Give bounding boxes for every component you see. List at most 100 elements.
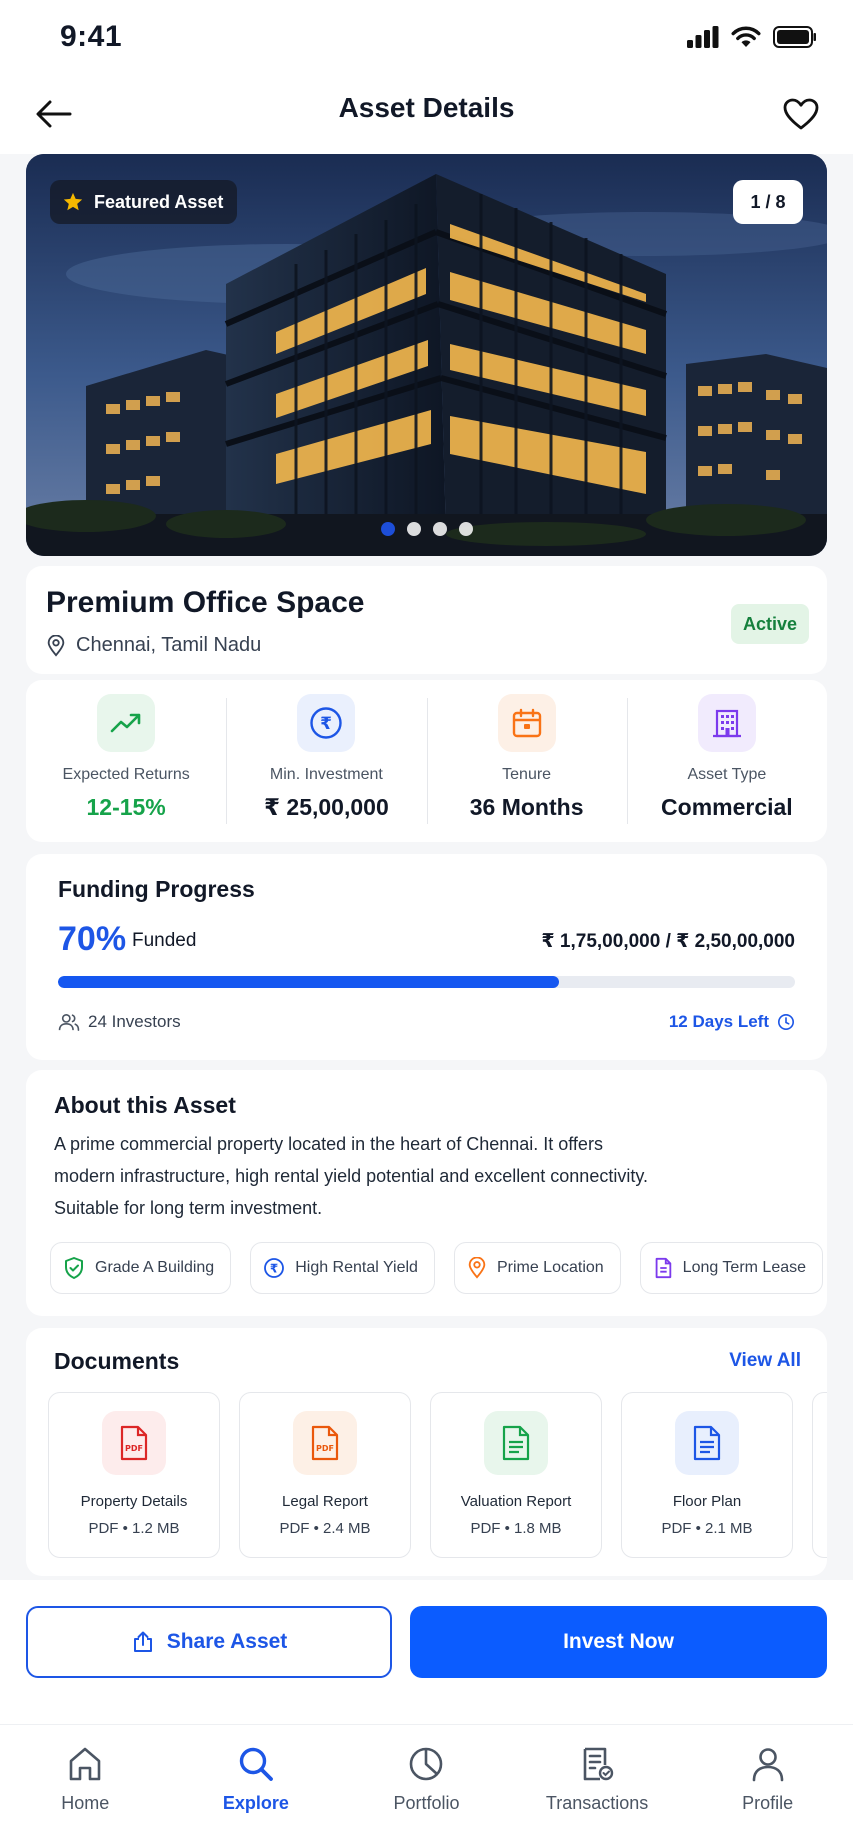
- pdf-icon: PDF: [102, 1411, 166, 1475]
- funding-progress-card: Funding Progress 70% Funded ₹ 1,75,00,00…: [26, 854, 827, 1060]
- rupee-icon: ₹: [264, 1258, 285, 1278]
- view-all-link[interactable]: View All: [729, 1350, 801, 1372]
- favorite-button[interactable]: [777, 90, 825, 138]
- nav-explore[interactable]: Explore: [171, 1725, 342, 1844]
- stat-label: Asset Type: [687, 766, 767, 783]
- pie-chart-icon: [410, 1747, 443, 1781]
- users-icon: [58, 1013, 80, 1031]
- stat-label: Expected Returns: [62, 766, 190, 783]
- featured-badge: Featured Asset: [50, 180, 238, 224]
- document-name: Legal Report: [282, 1493, 368, 1510]
- document-property-details[interactable]: PDF Property Details PDF • 1.2 MB: [48, 1392, 220, 1558]
- star-icon: [63, 192, 83, 211]
- trending-up-icon: [97, 694, 156, 752]
- wifi-icon: [731, 26, 761, 47]
- share-asset-button[interactable]: Share Asset: [26, 1606, 392, 1678]
- days-left-text: 12 Days Left: [668, 1012, 769, 1031]
- tag-prime-location: Prime Location: [453, 1242, 621, 1294]
- status-bar: 9:41: [0, 0, 853, 76]
- nav-label: Explore: [222, 1793, 289, 1813]
- funding-title: Funding Progress: [58, 876, 255, 902]
- carousel-dots: [26, 522, 827, 536]
- document-name: Floor Plan: [672, 1493, 742, 1510]
- document-icon: [655, 1257, 671, 1279]
- status-badge: Active: [730, 604, 809, 644]
- nav-label: Profile: [742, 1793, 794, 1813]
- tag-label: Prime Location: [496, 1259, 604, 1276]
- search-icon: [239, 1747, 273, 1781]
- signal-icon: [687, 26, 719, 48]
- stat-label: Tenure: [502, 766, 552, 783]
- document-icon: [484, 1411, 548, 1475]
- heart-icon: [783, 98, 819, 130]
- building-icon: [697, 694, 756, 752]
- svg-text:PDF: PDF: [316, 1444, 334, 1453]
- documents-title: Documents: [54, 1348, 180, 1374]
- stat-asset-type: Asset Type Commercial: [626, 680, 827, 842]
- asset-location: Chennai, Tamil Nadu: [46, 634, 261, 657]
- documents-card: Documents View All PDF Property Details …: [26, 1328, 827, 1576]
- nav-profile[interactable]: Profile: [682, 1725, 853, 1844]
- carousel-dot[interactable]: [432, 522, 447, 536]
- tag-high-rental-yield: ₹ High Rental Yield: [250, 1242, 435, 1294]
- funded-percent: 70%: [58, 920, 127, 958]
- document-next-partial[interactable]: [812, 1392, 827, 1558]
- stat-value: ₹ 25,00,000: [264, 794, 389, 820]
- document-name: Property Details: [80, 1493, 188, 1510]
- nav-label: Portfolio: [393, 1793, 460, 1813]
- nav-transactions[interactable]: Transactions: [512, 1725, 683, 1844]
- feature-tags: Grade A Building ₹ High Rental Yield Pri…: [50, 1242, 824, 1294]
- about-asset-card: About this Asset A prime commercial prop…: [26, 1070, 827, 1316]
- share-icon: [133, 1631, 152, 1652]
- documents-list[interactable]: PDF Property Details PDF • 1.2 MB PDF Le…: [48, 1392, 827, 1558]
- location-pin-icon: [47, 634, 65, 657]
- nav-home[interactable]: Home: [0, 1725, 171, 1844]
- asset-stats: Expected Returns 12-15% ₹ Min. Investmen…: [26, 680, 827, 842]
- document-name: Valuation Report: [460, 1493, 572, 1510]
- pdf-icon: PDF: [293, 1411, 357, 1475]
- nav-portfolio[interactable]: Portfolio: [341, 1725, 512, 1844]
- location-pin-icon: [468, 1257, 486, 1279]
- receipt-icon: [583, 1747, 614, 1781]
- bottom-navigation: Home Explore Portfolio Transactions Prof…: [0, 1724, 853, 1844]
- stat-value: 36 Months: [469, 794, 584, 820]
- tag-grade-a-building: Grade A Building: [50, 1242, 232, 1294]
- tag-label: Long Term Lease: [682, 1259, 807, 1276]
- share-label: Share Asset: [166, 1630, 288, 1653]
- action-bar: Share Asset Invest Now: [0, 1580, 853, 1724]
- funded-amount: ₹ 1,75,00,000 / ₹ 2,50,00,000: [541, 931, 795, 952]
- asset-name: Premium Office Space: [46, 586, 365, 619]
- app-header: Asset Details: [0, 76, 853, 154]
- asset-title-card: Premium Office Space Chennai, Tamil Nadu…: [26, 566, 827, 674]
- tag-long-term-lease: Long Term Lease: [639, 1242, 824, 1294]
- user-icon: [752, 1748, 783, 1782]
- stat-value: Commercial: [661, 794, 793, 820]
- about-line: Suitable for long term investment.: [54, 1198, 323, 1218]
- investor-count-text: 24 Investors: [88, 1012, 181, 1031]
- carousel-dot[interactable]: [458, 522, 473, 536]
- image-counter: 1 / 8: [733, 180, 803, 224]
- status-time: 9:41: [60, 20, 123, 53]
- funding-progress-bar: [58, 976, 795, 988]
- svg-text:₹: ₹: [270, 1262, 278, 1276]
- nav-label: Home: [61, 1793, 110, 1813]
- calendar-icon: [497, 694, 556, 752]
- battery-icon: [773, 26, 816, 48]
- investor-count: 24 Investors: [58, 1012, 181, 1032]
- document-legal-report[interactable]: PDF Legal Report PDF • 2.4 MB: [239, 1392, 411, 1558]
- carousel-dot[interactable]: [406, 522, 421, 536]
- stat-tenure: Tenure 36 Months: [426, 680, 627, 842]
- about-description: A prime commercial property located in t…: [54, 1128, 774, 1224]
- document-floor-plan[interactable]: Floor Plan PDF • 2.1 MB: [621, 1392, 793, 1558]
- document-meta: PDF • 1.8 MB: [470, 1520, 562, 1537]
- carousel-dot[interactable]: [380, 522, 395, 536]
- location-text: Chennai, Tamil Nadu: [76, 634, 262, 656]
- shield-check-icon: [65, 1257, 83, 1279]
- home-icon: [69, 1747, 101, 1781]
- document-icon: [675, 1411, 739, 1475]
- invest-now-button[interactable]: Invest Now: [410, 1606, 827, 1678]
- clock-icon: [777, 1013, 795, 1031]
- document-meta: PDF • 1.2 MB: [88, 1520, 180, 1537]
- document-valuation-report[interactable]: Valuation Report PDF • 1.8 MB: [430, 1392, 602, 1558]
- asset-image-carousel[interactable]: Featured Asset 1 / 8: [26, 154, 827, 556]
